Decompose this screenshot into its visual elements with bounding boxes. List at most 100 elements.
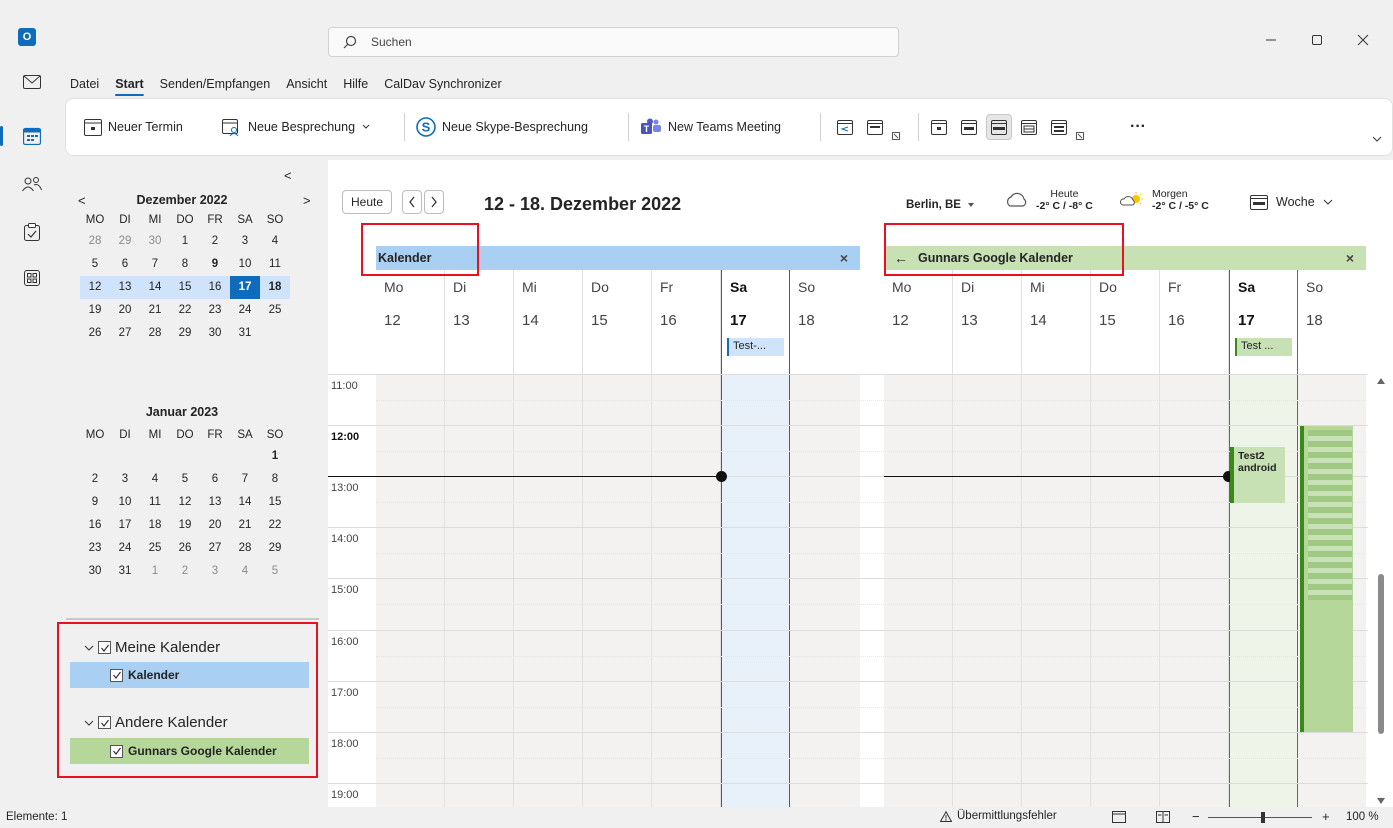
today-cell[interactable]: 17 — [230, 276, 260, 299]
close-icon[interactable]: × — [1346, 250, 1354, 266]
next-week-button[interactable] — [424, 190, 444, 214]
day-cell[interactable]: 3 — [200, 560, 230, 583]
day-cell[interactable]: 22 — [170, 299, 200, 322]
day-view-icon[interactable] — [926, 114, 952, 140]
day-cell[interactable]: 9 — [80, 491, 110, 514]
new-meeting-button[interactable]: Neue Besprechung — [222, 109, 371, 145]
day-cell[interactable]: 12 — [80, 276, 110, 299]
vertical-scrollbar[interactable] — [1372, 374, 1390, 807]
day-header[interactable]: Di 13 — [445, 270, 514, 374]
day-header[interactable]: Do 15 — [583, 270, 652, 374]
day-cell[interactable]: 27 — [200, 537, 230, 560]
day-cell[interactable]: 28 — [230, 537, 260, 560]
day-cell[interactable]: 2 — [80, 468, 110, 491]
zoom-in-button[interactable]: + — [1322, 809, 1330, 824]
menu-datei[interactable]: Datei — [62, 70, 107, 98]
day-header[interactable]: So 18 — [790, 270, 860, 374]
reading-view-icon[interactable] — [1156, 811, 1170, 823]
collapse-pane-button[interactable]: < — [284, 168, 292, 183]
zoom-slider-track[interactable] — [1208, 817, 1312, 818]
kalender-time-body[interactable] — [376, 374, 860, 807]
day-cell[interactable]: 11 — [140, 491, 170, 514]
menu-start[interactable]: Start — [107, 70, 151, 98]
menu-ansicht[interactable]: Ansicht — [278, 70, 335, 98]
location-selector[interactable]: Berlin, BE — [906, 199, 975, 211]
schedule-view-icon[interactable] — [1046, 114, 1072, 140]
tasks-nav-button[interactable] — [14, 214, 50, 250]
day-cell[interactable]: 4 — [140, 468, 170, 491]
mail-nav-button[interactable] — [14, 64, 50, 100]
day-header[interactable]: So 18 — [1298, 270, 1366, 374]
weather-today[interactable]: Heute -2° C / -8° C — [1004, 188, 1093, 212]
new-skype-meeting-button[interactable]: S Neue Skype-Besprechung — [416, 109, 588, 145]
day-column[interactable] — [1091, 374, 1160, 807]
day-cell[interactable]: 2 — [200, 230, 230, 253]
launcher-icon[interactable] — [1076, 132, 1084, 140]
normal-view-icon[interactable] — [1112, 811, 1126, 823]
day-cell[interactable]: 7 — [230, 468, 260, 491]
today-button[interactable]: Heute — [342, 190, 392, 214]
day-cell[interactable]: 25 — [140, 537, 170, 560]
day-cell[interactable]: 13 — [110, 276, 140, 299]
day-cell[interactable]: 20 — [110, 299, 140, 322]
maximize-button[interactable] — [1294, 26, 1340, 54]
day-cell[interactable]: 31 — [230, 322, 260, 345]
day-cell[interactable]: 31 — [110, 560, 140, 583]
event-test2-android[interactable]: Test2 android — [1230, 447, 1285, 503]
day-header[interactable]: Fr 16 — [652, 270, 721, 374]
day-cell[interactable]: 4 — [260, 230, 290, 253]
day-column[interactable] — [1160, 374, 1229, 807]
go-to-today-icon[interactable] — [832, 114, 858, 140]
day-cell[interactable]: 5 — [170, 468, 200, 491]
day-cell[interactable]: 28 — [80, 230, 110, 253]
google-time-body[interactable] — [884, 374, 1366, 807]
event-blurred[interactable] — [1300, 426, 1353, 732]
day-cell[interactable]: 21 — [230, 514, 260, 537]
day-column[interactable] — [376, 374, 445, 807]
day-header[interactable]: Do 15 — [1091, 270, 1160, 374]
day-cell[interactable]: 30 — [200, 322, 230, 345]
menu-senden-empfangen[interactable]: Senden/Empfangen — [152, 70, 279, 98]
weather-tomorrow[interactable]: Morgen -2° C / -5° C — [1120, 188, 1209, 212]
day-column[interactable] — [583, 374, 652, 807]
day-cell[interactable]: 3 — [230, 230, 260, 253]
day-cell[interactable]: 21 — [140, 299, 170, 322]
day-column[interactable] — [445, 374, 514, 807]
search-input[interactable]: Suchen — [328, 27, 899, 57]
new-teams-meeting-button[interactable]: T New Teams Meeting — [640, 109, 781, 145]
day-cell[interactable]: 7 — [140, 253, 170, 276]
day-cell[interactable]: 22 — [260, 514, 290, 537]
day-cell[interactable]: 1 — [170, 230, 200, 253]
day-header-today[interactable]: Sa 17 Test-... — [721, 270, 790, 374]
menu-hilfe[interactable]: Hilfe — [335, 70, 376, 98]
allday-event[interactable]: Test ... — [1235, 338, 1292, 356]
scroll-up-arrow-icon[interactable] — [1377, 378, 1385, 384]
calendar-nav-button[interactable] — [0, 118, 50, 154]
day-cell[interactable]: 14 — [140, 276, 170, 299]
prev-week-button[interactable] — [402, 190, 422, 214]
day-cell[interactable]: 26 — [80, 322, 110, 345]
month-view-icon[interactable] — [1016, 114, 1042, 140]
day-cell[interactable]: 10 — [230, 253, 260, 276]
more-commands-button[interactable]: ··· — [1130, 109, 1146, 145]
day-cell[interactable]: 14 — [230, 491, 260, 514]
day-column-today[interactable] — [721, 374, 790, 807]
day-cell[interactable]: 13 — [200, 491, 230, 514]
launcher-icon[interactable] — [892, 132, 900, 140]
day-column[interactable] — [514, 374, 583, 807]
day-cell[interactable]: 16 — [200, 276, 230, 299]
next-month-button[interactable]: > — [303, 193, 311, 208]
day-cell[interactable]: 11 — [260, 253, 290, 276]
day-header[interactable]: Mi 14 — [514, 270, 583, 374]
day-header-today[interactable]: Sa 17 Test ... — [1229, 270, 1298, 374]
people-nav-button[interactable] — [14, 166, 50, 202]
minimize-button[interactable] — [1248, 26, 1294, 54]
apps-nav-button[interactable] — [14, 260, 50, 296]
day-cell[interactable]: 19 — [170, 514, 200, 537]
day-cell[interactable]: 29 — [110, 230, 140, 253]
sync-error-status[interactable]: Übermittlungsfehler — [940, 810, 1057, 822]
day-cell[interactable]: 9 — [200, 253, 230, 276]
day-cell[interactable]: 30 — [80, 560, 110, 583]
day-cell[interactable]: 5 — [80, 253, 110, 276]
day-cell[interactable]: 8 — [170, 253, 200, 276]
